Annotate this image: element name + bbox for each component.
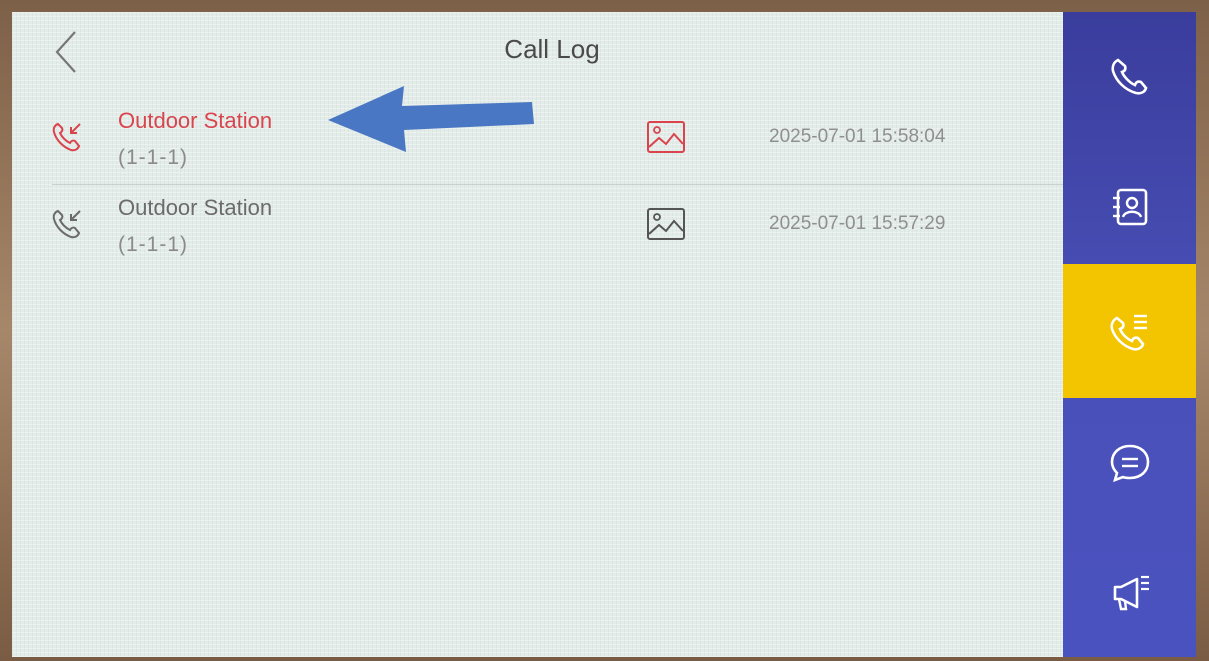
image-icon[interactable] <box>646 120 686 154</box>
sidebar-item-message[interactable] <box>1063 398 1196 528</box>
caller-number: (1-1-1) <box>118 233 189 256</box>
contacts-icon <box>1112 188 1147 226</box>
sidebar-item-contacts[interactable] <box>1063 142 1196 272</box>
announcement-icon <box>1113 575 1149 611</box>
page-title: Call Log <box>504 34 600 64</box>
annotation-arrow-icon <box>328 86 534 152</box>
sidebar <box>1063 12 1196 657</box>
sidebar-item-call-log[interactable] <box>1063 264 1196 398</box>
incoming-call-icon <box>52 209 81 239</box>
call-time: 2025-07-01 15:57:29 <box>769 213 946 234</box>
sidebar-item-phone[interactable] <box>1063 12 1196 142</box>
call-log-icon <box>1109 314 1147 351</box>
caller-name: Outdoor Station <box>118 108 273 133</box>
main-panel: Call Log Outdoor Station (1-1-1) 2025-07… <box>12 12 1063 657</box>
caller-number: (1-1-1) <box>118 146 189 169</box>
missed-call-icon <box>52 122 81 152</box>
message-icon <box>1110 444 1149 483</box>
phone-icon <box>1110 58 1147 95</box>
call-time: 2025-07-01 15:58:04 <box>769 126 946 147</box>
screen: Call Log Outdoor Station (1-1-1) 2025-07… <box>12 12 1196 657</box>
caller-name: Outdoor Station <box>118 195 273 220</box>
sidebar-item-announcement[interactable] <box>1063 527 1196 657</box>
call-log-row[interactable]: Outdoor Station (1-1-1) 2025-07-01 15:57… <box>12 185 1063 271</box>
image-icon[interactable] <box>646 207 686 241</box>
